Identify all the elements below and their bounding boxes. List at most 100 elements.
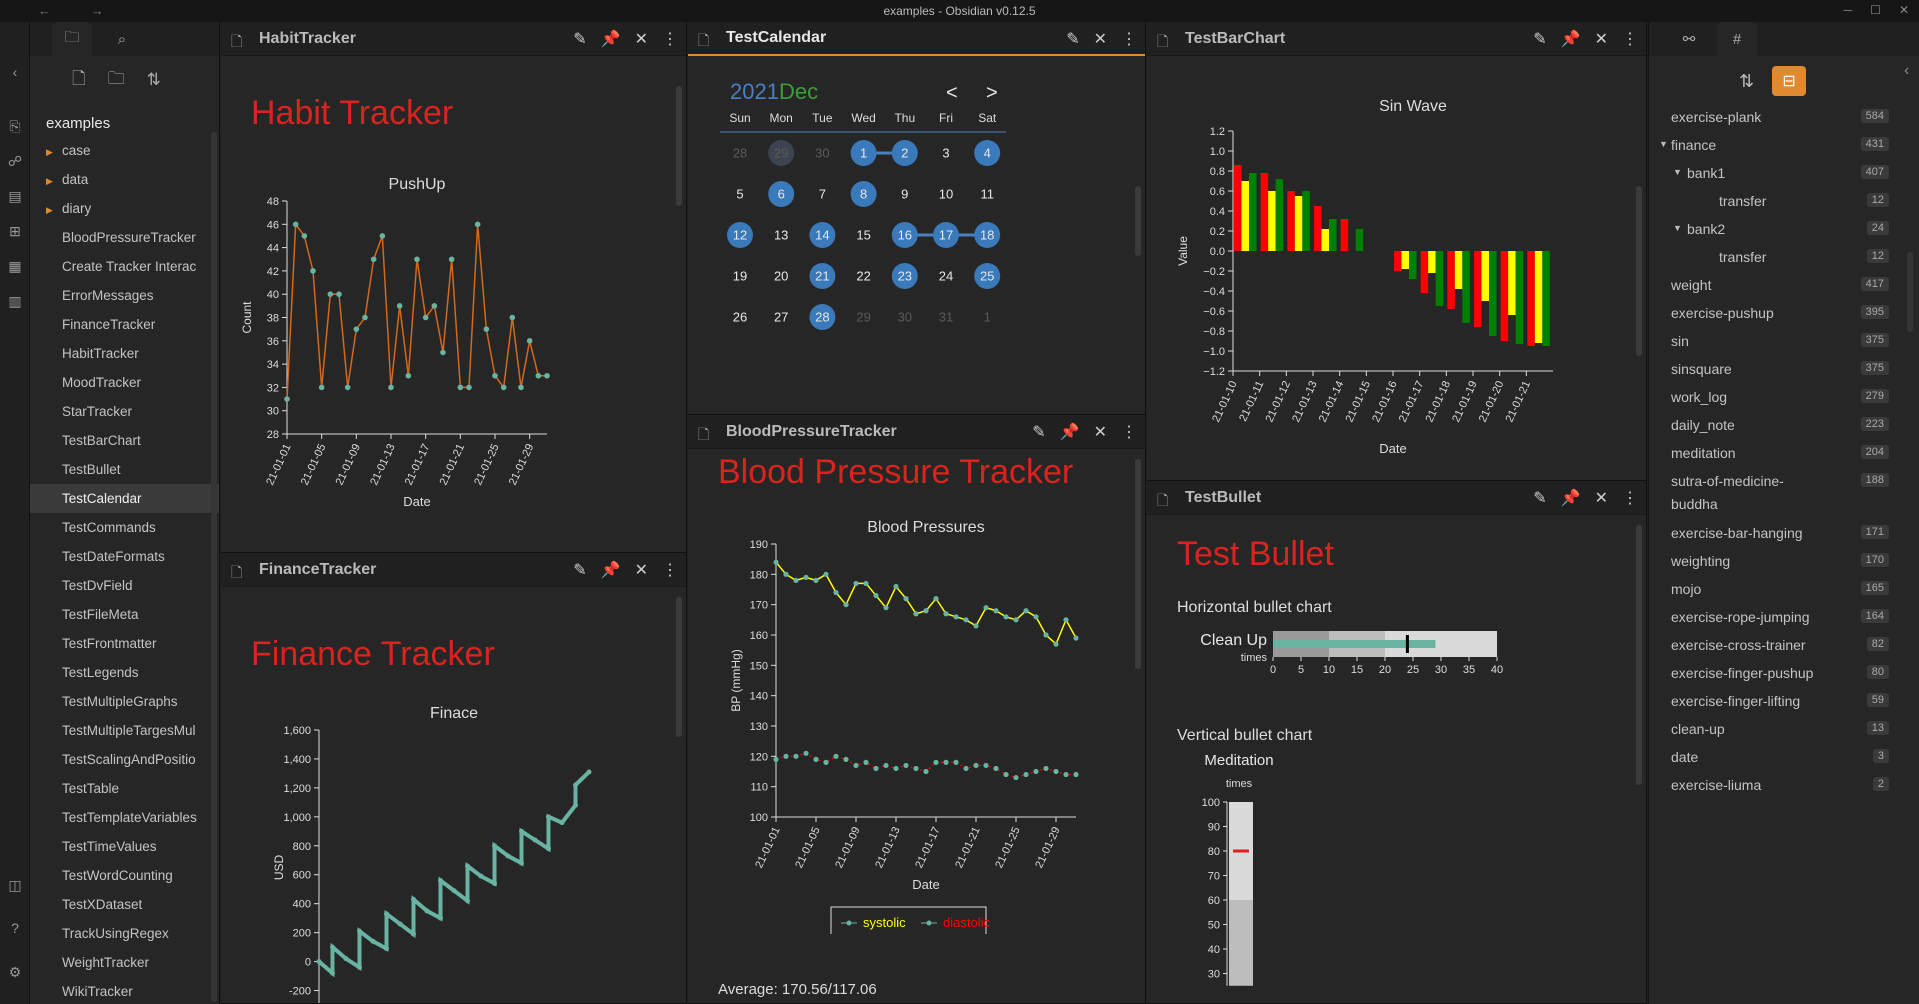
file-item[interactable]: ErrorMessages — [30, 281, 219, 310]
file-item[interactable]: TrackUsingRegex — [30, 919, 219, 948]
pin-icon[interactable]: 📌 — [1561, 488, 1581, 508]
file-item[interactable]: Create Tracker Interac — [30, 252, 219, 281]
file-item[interactable]: TestBullet — [30, 455, 219, 484]
pane-title[interactable]: TestCalendar — [726, 29, 826, 47]
file-item[interactable]: TestTimeValues — [30, 832, 219, 861]
history-nav[interactable]: ← → — [38, 3, 122, 18]
graph-view-icon[interactable]: ☍ — [7, 153, 23, 169]
tag-item[interactable]: sutra-of-medicine-buddha 188 — [1649, 468, 1889, 512]
close-icon[interactable]: ✕ — [635, 29, 648, 49]
tag-item[interactable]: exercise-bar-hanging 171 — [1649, 520, 1889, 548]
tag-item[interactable]: ▼ bank1 407 — [1649, 160, 1889, 188]
more-options-icon[interactable]: ⋮ — [1121, 422, 1137, 442]
edit-pencil-icon[interactable]: ✎ — [1533, 488, 1546, 508]
pane-scrollbar[interactable] — [676, 597, 682, 737]
minimize-icon[interactable]: ─ — [1844, 3, 1853, 17]
folder-item[interactable]: ▶ case — [30, 136, 219, 165]
tag-item[interactable]: exercise-plank 584 — [1649, 104, 1889, 132]
pane-scrollbar[interactable] — [1135, 186, 1141, 256]
pane-scrollbar[interactable] — [1636, 186, 1642, 356]
search-tab[interactable]: ⌕ — [102, 22, 142, 56]
tag-item[interactable]: meditation 204 — [1649, 440, 1889, 468]
pane-title[interactable]: BloodPressureTracker — [726, 423, 897, 441]
pane-scrollbar[interactable] — [676, 86, 682, 206]
more-options-icon[interactable]: ⋮ — [1622, 488, 1638, 508]
file-item[interactable]: FinanceTracker — [30, 310, 219, 339]
explorer-scrollbar[interactable] — [211, 132, 217, 1002]
edit-pencil-icon[interactable]: ✎ — [1533, 29, 1546, 49]
tag-item[interactable]: work_log 279 — [1649, 384, 1889, 412]
maximize-icon[interactable]: ☐ — [1870, 3, 1881, 17]
file-item[interactable]: TestBarChart — [30, 426, 219, 455]
file-item[interactable]: WeightTracker — [30, 948, 219, 977]
vault-name[interactable]: examples — [30, 112, 219, 136]
sort-icon[interactable]: ⇅ — [147, 70, 161, 90]
open-quick-switcher-icon[interactable]: ⎘ — [7, 118, 23, 134]
chevron-down-icon[interactable]: ▼ — [1673, 223, 1682, 233]
close-icon[interactable]: ✕ — [635, 560, 648, 580]
pane-title[interactable]: HabitTracker — [259, 30, 356, 48]
close-icon[interactable]: ✕ — [1595, 29, 1608, 49]
tag-item[interactable]: exercise-pushup 395 — [1649, 300, 1889, 328]
files-tab[interactable]: 🗀 — [52, 22, 92, 56]
close-icon[interactable]: ✕ — [1094, 29, 1107, 49]
tag-item[interactable]: ▼ finance 431 — [1649, 132, 1889, 160]
help-icon[interactable]: ? — [7, 920, 23, 936]
chevron-down-icon[interactable]: ▼ — [1659, 139, 1668, 149]
tag-item[interactable]: transfer 12 — [1649, 188, 1889, 216]
file-item[interactable]: TestMultipleTargesMul — [30, 716, 219, 745]
file-item[interactable]: TestMultipleGraphs — [30, 687, 219, 716]
settings-gear-icon[interactable]: ⚙ — [7, 964, 23, 980]
file-item[interactable]: BloodPressureTracker — [30, 223, 219, 252]
tag-item[interactable]: sinsquare 375 — [1649, 356, 1889, 384]
tag-item[interactable]: ▼ bank2 24 — [1649, 216, 1889, 244]
tree-view-toggle-icon[interactable]: ⊟ — [1772, 66, 1807, 96]
pin-icon[interactable]: 📌 — [601, 560, 621, 580]
pin-icon[interactable]: 📌 — [1561, 29, 1581, 49]
close-icon[interactable]: ✕ — [1595, 488, 1608, 508]
edit-pencil-icon[interactable]: ✎ — [1032, 422, 1045, 442]
file-item[interactable]: TestScalingAndPositio — [30, 745, 219, 774]
more-options-icon[interactable]: ⋮ — [662, 29, 678, 49]
tag-item[interactable]: daily_note 223 — [1649, 412, 1889, 440]
canvas-icon[interactable]: ⊞ — [7, 223, 23, 239]
tag-item[interactable]: transfer 12 — [1649, 244, 1889, 272]
tags-tab[interactable]: # — [1717, 22, 1757, 56]
outgoing-links-tab[interactable]: ⚯ — [1669, 22, 1709, 56]
edit-pencil-icon[interactable]: ✎ — [573, 560, 586, 580]
pane-title[interactable]: FinanceTracker — [259, 561, 376, 579]
collapse-right-icon[interactable]: ‹ — [1904, 62, 1909, 80]
tag-item[interactable]: exercise-liuma 2 — [1649, 772, 1889, 800]
new-folder-icon[interactable]: 🗀 — [108, 66, 125, 95]
file-item[interactable]: TestDateFormats — [30, 542, 219, 571]
close-icon[interactable]: ✕ — [1094, 422, 1107, 442]
chevron-down-icon[interactable]: ▼ — [1673, 167, 1682, 177]
pane-title[interactable]: TestBarChart — [1185, 30, 1285, 48]
file-item[interactable]: TestWordCounting — [30, 861, 219, 890]
tag-item[interactable]: mojo 165 — [1649, 576, 1889, 604]
file-item[interactable]: TestFileMeta — [30, 600, 219, 629]
tag-item[interactable]: clean-up 13 — [1649, 716, 1889, 744]
templates-icon[interactable]: ▤ — [7, 188, 23, 204]
tag-item[interactable]: date 3 — [1649, 744, 1889, 772]
more-options-icon[interactable]: ⋮ — [1121, 29, 1137, 49]
edit-pencil-icon[interactable]: ✎ — [573, 29, 586, 49]
folder-item[interactable]: ▶ data — [30, 165, 219, 194]
vault-icon[interactable]: ◫ — [7, 877, 23, 893]
folder-item[interactable]: ▶ diary — [30, 194, 219, 223]
file-item[interactable]: TestFrontmatter — [30, 629, 219, 658]
collapse-left-icon[interactable]: ‹ — [7, 64, 23, 80]
file-item[interactable]: TestTable — [30, 774, 219, 803]
file-item[interactable]: TestDvField — [30, 571, 219, 600]
file-item[interactable]: TestCommands — [30, 513, 219, 542]
sort-icon[interactable]: ⇅ — [1739, 71, 1754, 92]
pin-icon[interactable]: 📌 — [601, 29, 621, 49]
file-item[interactable]: WikiTracker — [30, 977, 219, 1004]
file-item[interactable]: StarTracker — [30, 397, 219, 426]
file-item[interactable]: HabitTracker — [30, 339, 219, 368]
tag-item[interactable]: weighting 170 — [1649, 548, 1889, 576]
tag-item[interactable]: exercise-cross-trainer 82 — [1649, 632, 1889, 660]
more-options-icon[interactable]: ⋮ — [1622, 29, 1638, 49]
file-item[interactable]: TestLegends — [30, 658, 219, 687]
tag-item[interactable]: weight 417 — [1649, 272, 1889, 300]
